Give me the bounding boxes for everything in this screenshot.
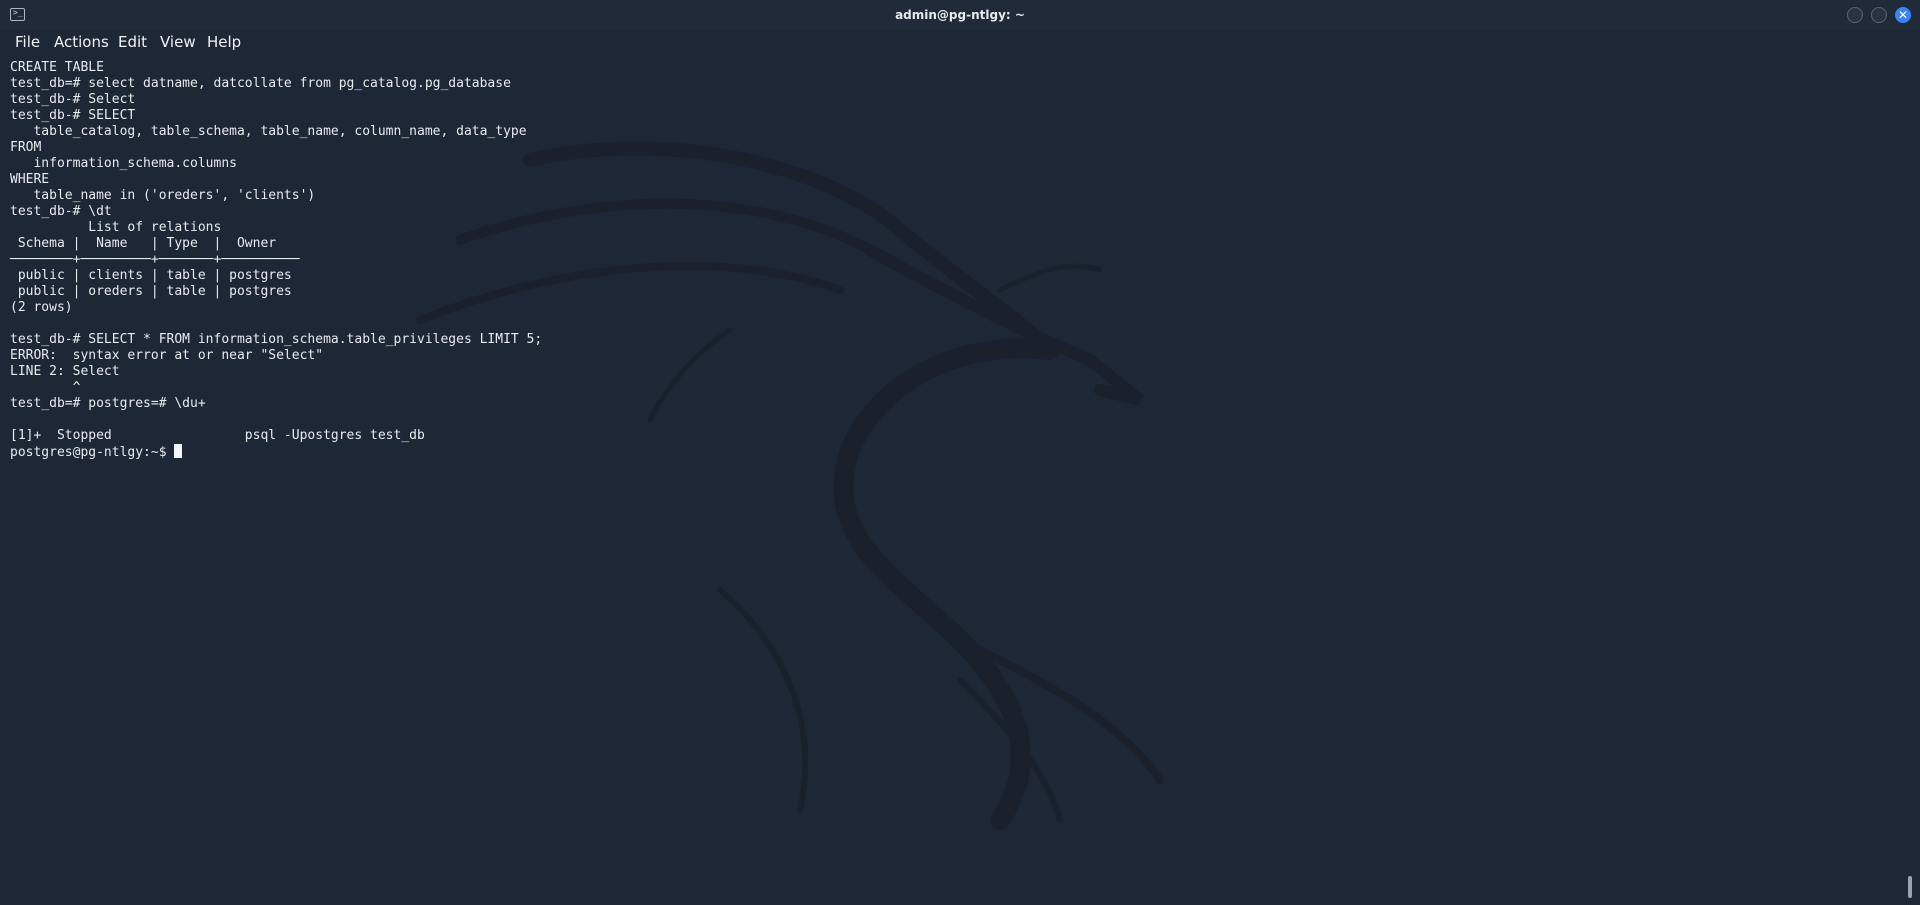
close-icon: ✕ [1897, 8, 1909, 22]
terminal-line: LINE 2: Select [10, 364, 120, 379]
terminal-line: information_schema.columns [33, 156, 237, 171]
terminal-line: [1]+ Stopped psql -Upostgres test_db [10, 428, 425, 443]
terminal-line: ERROR: syntax error at or near "Select" [10, 348, 324, 363]
terminal-line: public | oreders | table | postgres [17, 284, 292, 299]
terminal-line: ^ [72, 380, 81, 395]
menu-help[interactable]: Help [205, 33, 243, 51]
terminal-line: public | clients | table | postgres [17, 268, 292, 283]
maximize-button[interactable] [1871, 7, 1887, 23]
menu-bar: File Actions Edit View Help [0, 30, 1920, 56]
terminal-output[interactable]: CREATE TABLE test_db=# select datname, d… [10, 60, 1890, 895]
terminal-line: (2 rows) [10, 300, 73, 315]
terminal-line: test_db=# postgres=# \du+ [10, 396, 206, 411]
terminal-window: >_ admin@pg-ntlgy: ~ ✕ File Actions Edit… [0, 0, 1920, 905]
menu-view[interactable]: View [158, 33, 198, 51]
terminal-line: List of relations [88, 220, 222, 235]
minimize-button[interactable] [1847, 7, 1863, 23]
menu-file[interactable]: File [13, 33, 42, 51]
menu-edit[interactable]: Edit [116, 33, 149, 51]
close-button[interactable]: ✕ [1895, 7, 1911, 23]
terminal-line: table_name in ('oreders', 'clients') [33, 188, 316, 203]
terminal-line: ────────+─────────+───────+────────── [10, 252, 300, 267]
menu-actions[interactable]: Actions [52, 33, 111, 51]
terminal-line: FROM [10, 140, 42, 155]
terminal-line: test_db=# select datname, datcollate fro… [10, 76, 511, 91]
terminal-line: test_db-# SELECT * FROM information_sche… [10, 332, 543, 347]
scrollbar-thumb[interactable] [1908, 876, 1912, 898]
terminal-line: Schema | Name | Type | Owner [17, 236, 277, 251]
terminal-line: test_db-# SELECT [10, 108, 136, 123]
terminal-line: test_db-# Select [10, 92, 136, 107]
window-title: admin@pg-ntlgy: ~ [895, 8, 1025, 22]
text-cursor [174, 444, 183, 458]
shell-prompt: postgres@pg-ntlgy:~$ [10, 445, 175, 460]
terminal-line: test_db-# \dt [10, 204, 112, 219]
terminal-lines: CREATE TABLE test_db=# select datname, d… [10, 60, 542, 443]
terminal-line: WHERE [10, 172, 50, 187]
terminal-line: CREATE TABLE [10, 60, 104, 75]
terminal-line: table_catalog, table_schema, table_name,… [33, 124, 527, 139]
title-bar[interactable]: >_ admin@pg-ntlgy: ~ ✕ [0, 0, 1920, 30]
